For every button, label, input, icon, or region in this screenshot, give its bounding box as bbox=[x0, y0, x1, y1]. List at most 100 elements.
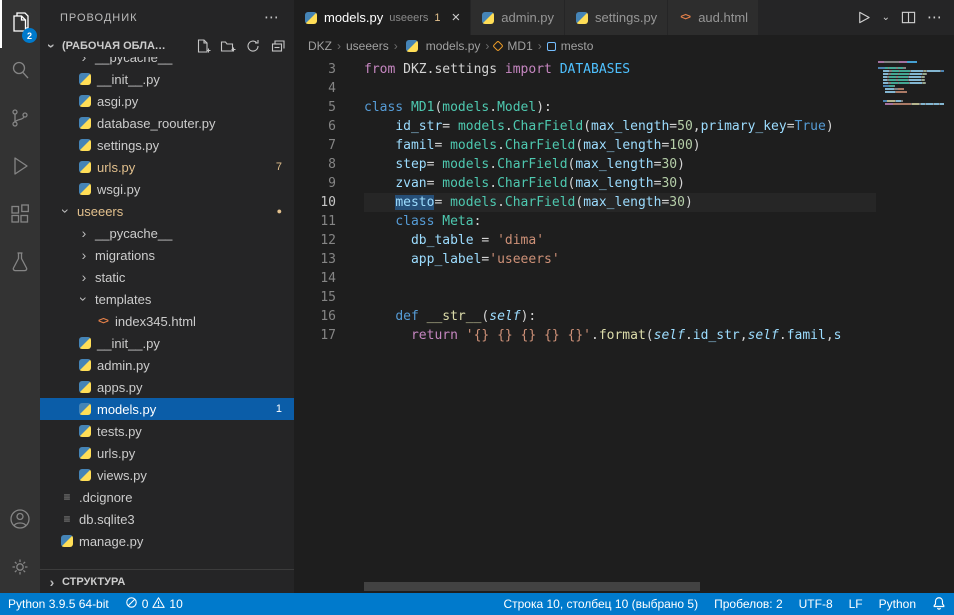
tree-folder-useeers[interactable]: ›useeers● bbox=[40, 200, 294, 222]
breadcrumb-DKZ[interactable]: DKZ bbox=[308, 39, 332, 53]
tree-item-label: .dcignore bbox=[79, 490, 132, 505]
tree-item-label: wsgi.py bbox=[97, 182, 140, 197]
collapse-folders-icon[interactable] bbox=[270, 38, 286, 54]
run-dropdown-icon[interactable]: ⌄ bbox=[882, 13, 890, 23]
activity-testing-button[interactable] bbox=[0, 240, 40, 288]
chevron-right-icon: › bbox=[76, 225, 92, 241]
breadcrumb-mesto[interactable]: mesto bbox=[547, 39, 594, 53]
tab-bar: models.pyuseeers1×admin.pysettings.py<>a… bbox=[294, 0, 954, 35]
activity-accounts-button[interactable] bbox=[0, 497, 40, 545]
tree-file-apps.py[interactable]: apps.py bbox=[40, 376, 294, 398]
tab-label: admin.py bbox=[501, 10, 554, 25]
tab-label: aud.html bbox=[698, 10, 748, 25]
tree-item-label: apps.py bbox=[97, 380, 143, 395]
encoding-label: UTF-8 bbox=[799, 597, 833, 611]
line-number: 3 bbox=[294, 60, 350, 79]
tree-file-db.sqlite3[interactable]: ≡db.sqlite3 bbox=[40, 508, 294, 530]
tab-models.py[interactable]: models.pyuseeers1× bbox=[294, 0, 471, 35]
more-actions-icon[interactable]: ⋯ bbox=[927, 10, 942, 25]
tree-file-.dcignore[interactable]: ≡.dcignore bbox=[40, 486, 294, 508]
minimap[interactable] bbox=[878, 57, 944, 593]
tree-item-label: __init__.py bbox=[97, 72, 160, 87]
tree-file-database_roouter.py[interactable]: database_roouter.py bbox=[40, 112, 294, 134]
tab-problems-badge: 1 bbox=[434, 12, 440, 24]
tree-file-asgi.py[interactable]: asgi.py bbox=[40, 90, 294, 112]
tree-file-__init__.py[interactable]: __init__.py bbox=[40, 332, 294, 354]
language-mode[interactable]: Python bbox=[871, 593, 924, 615]
code-line-16: def __str__(self): bbox=[364, 307, 876, 326]
tab-label: settings.py bbox=[595, 10, 657, 25]
tree-file-urls.py[interactable]: urls.py7 bbox=[40, 156, 294, 178]
tree-item-label: static bbox=[95, 270, 125, 285]
error-icon bbox=[125, 596, 138, 612]
more-actions-icon[interactable]: ⋯ bbox=[264, 10, 280, 25]
tree-file-index345.html[interactable]: <>index345.html bbox=[40, 310, 294, 332]
activity-source-control-button[interactable] bbox=[0, 96, 40, 144]
tree-folder-static[interactable]: ›static bbox=[40, 266, 294, 288]
horizontal-scrollbar[interactable] bbox=[364, 582, 700, 591]
tree-file-tests.py[interactable]: tests.py bbox=[40, 420, 294, 442]
refresh-explorer-icon[interactable] bbox=[245, 38, 261, 54]
outline-section-header[interactable]: › СТРУКТУРА bbox=[40, 569, 294, 593]
python-file-icon bbox=[76, 469, 94, 481]
status-left: Python 3.9.5 64-bit010 bbox=[0, 593, 191, 615]
code-editor[interactable]: 34567891011121314151617 from DKZ.setting… bbox=[294, 57, 954, 593]
tree-item-label: database_roouter.py bbox=[97, 116, 216, 131]
field-symbol-icon bbox=[547, 42, 556, 51]
tree-folder-__pycache__[interactable]: ›__pycache__ bbox=[40, 57, 294, 68]
line-number: 10 bbox=[294, 193, 350, 212]
cursor-position[interactable]: Строка 10, столбец 10 (выбрано 5) bbox=[495, 593, 706, 615]
activity-manage-button[interactable] bbox=[0, 545, 40, 593]
tab-admin.py[interactable]: admin.py bbox=[471, 0, 565, 35]
problems-indicator[interactable]: 010 bbox=[117, 593, 191, 615]
tree-folder-migrations[interactable]: ›migrations bbox=[40, 244, 294, 266]
tree-file-manage.py[interactable]: manage.py bbox=[40, 530, 294, 552]
indentation[interactable]: Пробелов: 2 bbox=[706, 593, 791, 615]
tree-file-views.py[interactable]: views.py bbox=[40, 464, 294, 486]
activity-badge: 2 bbox=[22, 28, 37, 43]
new-folder-icon[interactable] bbox=[220, 38, 236, 54]
tree-item-badge: ● bbox=[277, 206, 282, 216]
breadcrumb-models.py[interactable]: models.py bbox=[403, 39, 481, 53]
code-line-12: db_table = 'dima' bbox=[364, 231, 876, 250]
tabs: models.pyuseeers1×admin.pysettings.py<>a… bbox=[294, 0, 759, 35]
tree-file-urls.py[interactable]: urls.py bbox=[40, 442, 294, 464]
workspace-section-header[interactable]: › (РАБОЧАЯ ОБЛАСТЬ) ... bbox=[40, 35, 294, 57]
activity-search-button[interactable] bbox=[0, 48, 40, 96]
chevron-down-icon: › bbox=[58, 203, 74, 219]
notifications[interactable] bbox=[924, 593, 954, 615]
tree-file-settings.py[interactable]: settings.py bbox=[40, 134, 294, 156]
gutter[interactable]: 34567891011121314151617 bbox=[294, 60, 350, 345]
tree-item-label: migrations bbox=[95, 248, 155, 263]
tab-settings.py[interactable]: settings.py bbox=[565, 0, 668, 35]
tab-aud.html[interactable]: <>aud.html bbox=[668, 0, 759, 35]
tab-label: models.py bbox=[324, 10, 383, 25]
tree-file-admin.py[interactable]: admin.py bbox=[40, 354, 294, 376]
python-interpreter[interactable]: Python 3.9.5 64-bit bbox=[0, 593, 117, 615]
tree-folder-__pycache__[interactable]: ›__pycache__ bbox=[40, 222, 294, 244]
tree-file-__init__.py[interactable]: __init__.py bbox=[40, 68, 294, 90]
python-file-icon bbox=[76, 359, 94, 371]
breadcrumb-label: DKZ bbox=[308, 39, 332, 53]
eol-selector[interactable]: LF bbox=[841, 593, 871, 615]
tree-folder-templates[interactable]: ›templates bbox=[40, 288, 294, 310]
vscode-window: 2 ПРОВОДНИК ⋯ › (РАБОЧАЯ ОБЛАСТЬ) ... ›_… bbox=[0, 0, 954, 615]
tree-item-label: __pycache__ bbox=[95, 226, 172, 241]
breadcrumb-MD1[interactable]: MD1 bbox=[494, 39, 532, 53]
vertical-scrollbar[interactable] bbox=[944, 57, 954, 593]
bell-icon bbox=[932, 596, 946, 613]
breadcrumb-useeers[interactable]: useeers bbox=[346, 39, 389, 53]
close-icon[interactable]: × bbox=[452, 10, 461, 25]
tree-item-label: urls.py bbox=[97, 446, 135, 461]
activity-run-and-debug-button[interactable] bbox=[0, 144, 40, 192]
line-number: 11 bbox=[294, 212, 350, 231]
tree-file-wsgi.py[interactable]: wsgi.py bbox=[40, 178, 294, 200]
tree-item-label: tests.py bbox=[97, 424, 142, 439]
tree-file-models.py[interactable]: models.py1 bbox=[40, 398, 294, 420]
new-file-icon[interactable] bbox=[195, 38, 211, 54]
run-icon[interactable] bbox=[856, 10, 871, 25]
split-editor-icon[interactable] bbox=[901, 10, 916, 25]
encoding[interactable]: UTF-8 bbox=[791, 593, 841, 615]
activity-explorer-button[interactable]: 2 bbox=[0, 0, 40, 48]
activity-extensions-button[interactable] bbox=[0, 192, 40, 240]
